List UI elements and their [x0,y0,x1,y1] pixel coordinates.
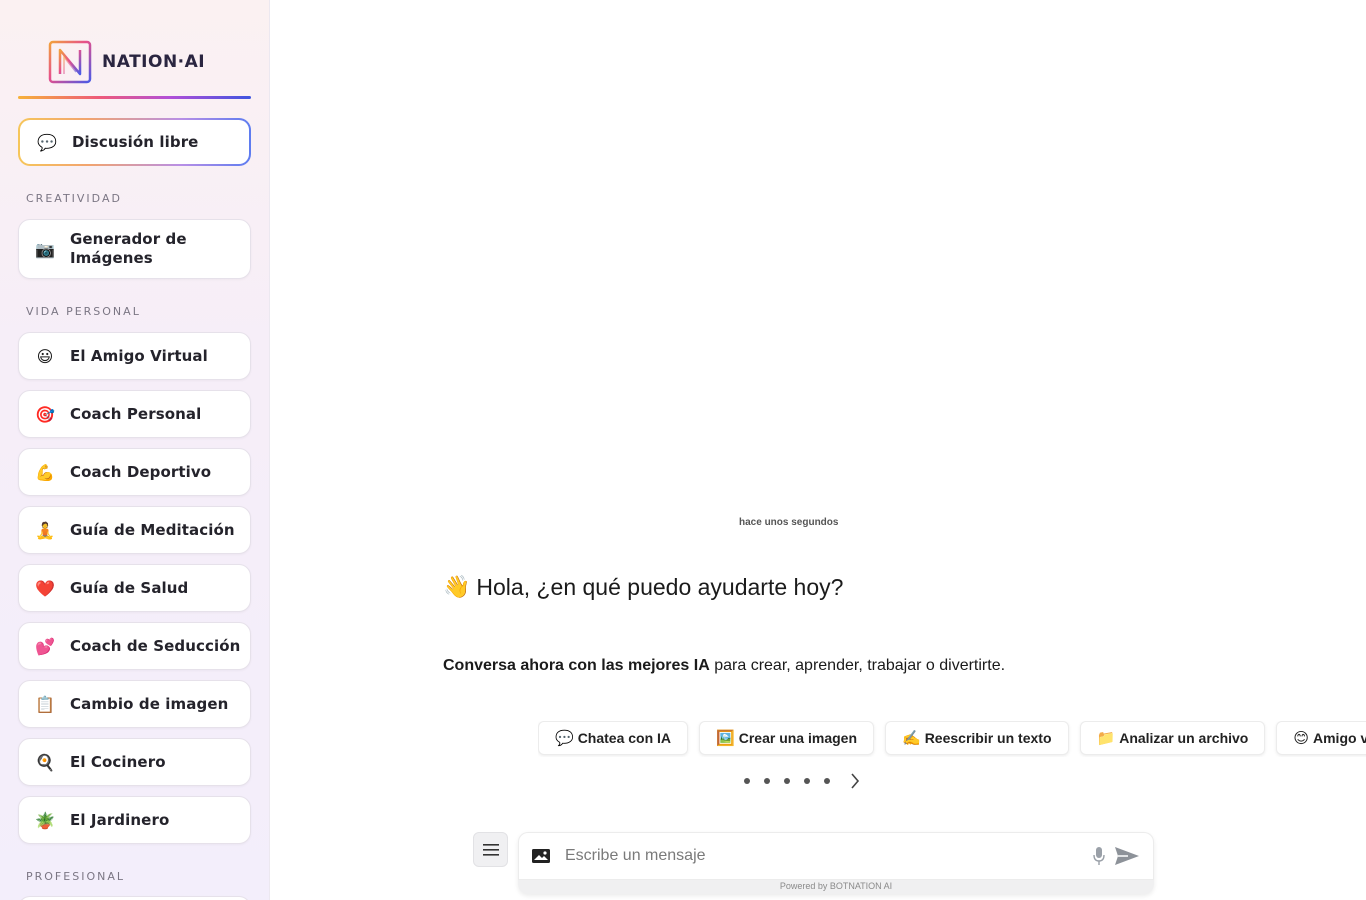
sidebar-item-label: Cambio de imagen [70,695,229,713]
target-icon: 🎯 [35,404,55,424]
suggestion-virtual-friend[interactable]: 😊 Amigo virtual [1276,721,1366,755]
section-title-creatividad: CREATIVIDAD [26,192,122,205]
suggestion-label: Analizar un archivo [1119,730,1249,746]
sidebar-item-image-generator[interactable]: 📷 Generador de Imágenes [18,219,251,279]
suggestion-chat-ai[interactable]: 💬 Chatea con IA [538,721,689,755]
logo-icon [48,40,92,84]
microphone-icon[interactable] [1089,844,1109,868]
brand-name: NATION·AI [102,52,206,72]
subtitle-bold: Conversa ahora con las mejores IA [443,657,710,674]
sidebar-item-health-guide[interactable]: ❤️ Guía de Salud [18,564,251,612]
writing-hand-icon: ✍️ [902,729,921,747]
brand-logo[interactable]: NATION·AI [48,40,205,84]
carousel-pagination [744,772,864,790]
menu-icon [482,843,499,856]
sidebar-item-professional-first[interactable] [18,896,251,900]
sidebar-item-label: Generador de Imágenes [70,230,187,267]
sidebar-item-image-change[interactable]: 📋 Cambio de imagen [18,680,251,728]
carousel-dot[interactable] [744,778,750,784]
sidebar-item-label: Coach de Seducción [70,637,241,655]
suggestion-rewrite-text[interactable]: ✍️ Reescribir un texto [885,721,1069,755]
sidebar-item-cook[interactable]: 🍳 El Cocinero [18,738,251,786]
clipboard-icon: 📋 [35,694,55,714]
chat-area: hace unos segundos 👋 Hola, ¿en qué puedo… [270,0,1366,900]
frying-pan-icon: 🍳 [35,752,55,772]
sidebar-item-label: Guía de Salud [70,579,189,597]
send-icon[interactable] [1113,844,1141,868]
suggestion-label: Chatea con IA [577,730,672,746]
speech-bubble-icon: 💬 [555,729,574,747]
carousel-dot[interactable] [804,778,810,784]
chevron-right-icon[interactable] [846,772,864,790]
sidebar-item-label: Coach Deportivo [70,463,212,481]
sidebar-item-label: El Amigo Virtual [70,347,208,365]
smiley-icon: 😃 [36,346,54,366]
section-title-profesional: PROFESIONAL [26,870,125,883]
smiling-face-icon: 😊 [1293,729,1309,747]
carousel-dot[interactable] [764,778,770,784]
brand-divider [18,96,251,99]
sidebar-item-sports-coach[interactable]: 💪 Coach Deportivo [18,448,251,496]
welcome-subtitle: Conversa ahora con las mejores IA para c… [443,657,1005,675]
carousel-dot[interactable] [784,778,790,784]
free-discussion-label: Discusión libre [72,133,199,151]
framed-picture-icon: 🖼️ [716,729,735,747]
subtitle-rest: para crear, aprender, trabajar o diverti… [709,657,1006,674]
heart-icon: ❤️ [35,578,55,598]
two-hearts-icon: 💕 [35,636,55,656]
sidebar: NATION·AI 💬 Discusión libre CREATIVIDAD … [0,0,270,900]
section-title-vida-personal: VIDA PERSONAL [26,305,141,318]
folder-icon: 📁 [1096,729,1116,747]
message-input[interactable] [565,847,1089,865]
message-composer: Powered by BOTNATION AI [518,832,1154,894]
suggestion-label: Crear una imagen [738,730,857,746]
sidebar-item-label: Coach Personal [70,405,202,423]
powered-by-text: Powered by BOTNATION AI [779,881,893,891]
meditation-icon: 🧘 [35,520,55,540]
sidebar-item-virtual-friend[interactable]: 😃 El Amigo Virtual [18,332,251,380]
suggestion-label: Amigo virtual [1313,730,1366,746]
sidebar-item-label: El Jardinero [70,811,170,829]
greeting-message: 👋 Hola, ¿en qué puedo ayudarte hoy? [443,574,843,601]
sidebar-item-label: El Cocinero [70,753,166,771]
sidebar-item-meditation-guide[interactable]: 🧘 Guía de Meditación [18,506,251,554]
greeting-text: Hola, ¿en qué puedo ayudarte hoy? [476,574,844,600]
potted-plant-icon: 🪴 [35,810,55,830]
suggestion-carousel: 💬 Chatea con IA 🖼️ Crear una imagen ✍️ R… [538,721,1366,757]
sidebar-item-seduction-coach[interactable]: 💕 Coach de Seducción [18,622,251,670]
sidebar-item-gardener[interactable]: 🪴 El Jardinero [18,796,251,844]
sidebar-item-label: Guía de Meditación [70,521,235,539]
menu-button[interactable] [473,832,508,867]
message-timestamp: hace unos segundos [739,517,839,528]
flexed-biceps-icon: 💪 [35,462,55,482]
free-discussion-button[interactable]: 💬 Discusión libre [18,118,251,166]
suggestion-label: Reescribir un texto [924,730,1052,746]
waving-hand-icon: 👋 [443,575,471,600]
suggestion-analyze-file[interactable]: 📁 Analizar un archivo [1079,721,1266,755]
image-icon[interactable] [529,844,553,868]
speech-bubble-icon: 💬 [37,132,57,152]
carousel-dot[interactable] [824,778,830,784]
camera-icon: 📷 [35,239,55,259]
sidebar-item-personal-coach[interactable]: 🎯 Coach Personal [18,390,251,438]
suggestion-create-image[interactable]: 🖼️ Crear una imagen [699,721,874,755]
